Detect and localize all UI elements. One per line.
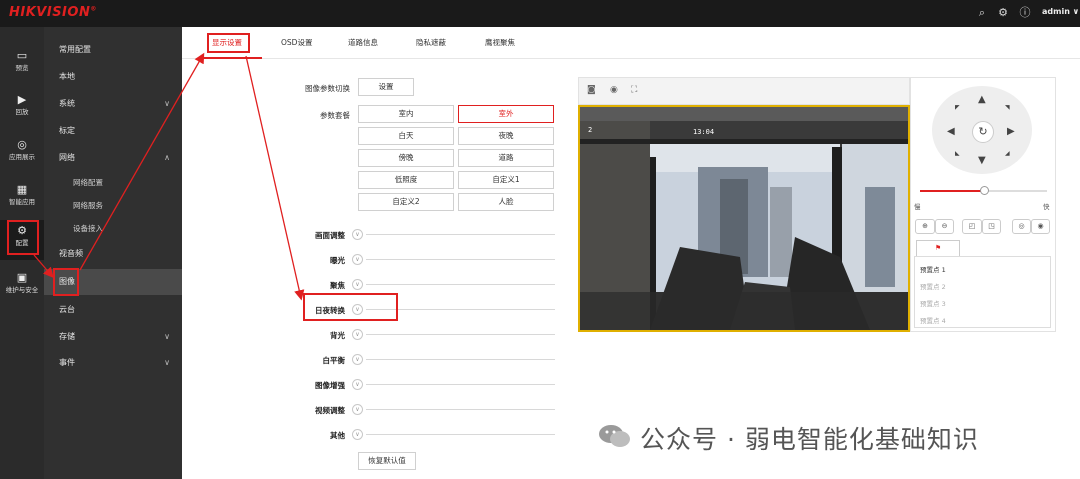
annotation-arrows <box>33 52 305 301</box>
watermark-text: 公众号 · 弱电智能化基础知识 <box>640 425 979 454</box>
wechat-icon <box>599 425 630 447</box>
